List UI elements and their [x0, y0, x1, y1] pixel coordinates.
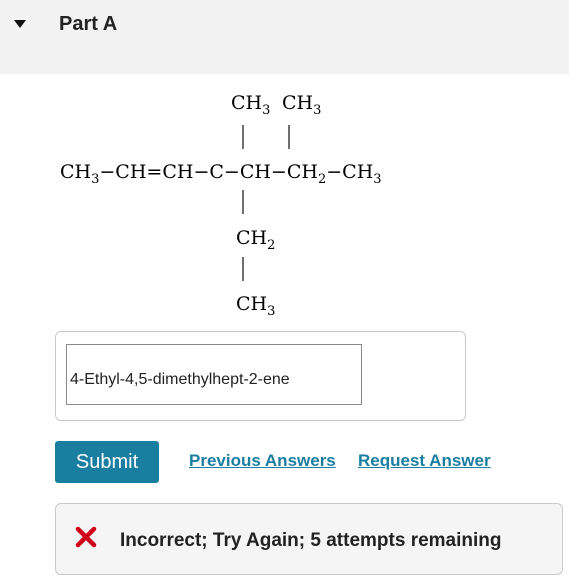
main-chain: CH3−CH=CH−C−CH−CH2−CH3 [60, 161, 382, 187]
part-title: Part A [59, 13, 118, 35]
ethyl-ch2: CH2 [236, 227, 275, 253]
submit-button[interactable]: Submit [55, 441, 159, 483]
previous-answers-link[interactable]: Previous Answers [189, 451, 336, 471]
caret-down-icon[interactable] [14, 20, 26, 28]
answer-input[interactable] [66, 344, 362, 405]
part-header[interactable]: Part A [0, 0, 569, 74]
incorrect-x-icon [75, 526, 97, 548]
structural-formula: CH3 CH3 CH3−CH=CH−C−CH−CH2−CH3 CH2 CH3 [60, 92, 382, 319]
top-methyl-1: CH3 [231, 92, 270, 118]
request-answer-link[interactable]: Request Answer [358, 451, 491, 471]
ethyl-ch3: CH3 [236, 293, 275, 319]
feedback-message: Incorrect; Try Again; 5 attempts remaini… [120, 530, 502, 551]
top-methyl-2: CH3 [282, 92, 321, 118]
